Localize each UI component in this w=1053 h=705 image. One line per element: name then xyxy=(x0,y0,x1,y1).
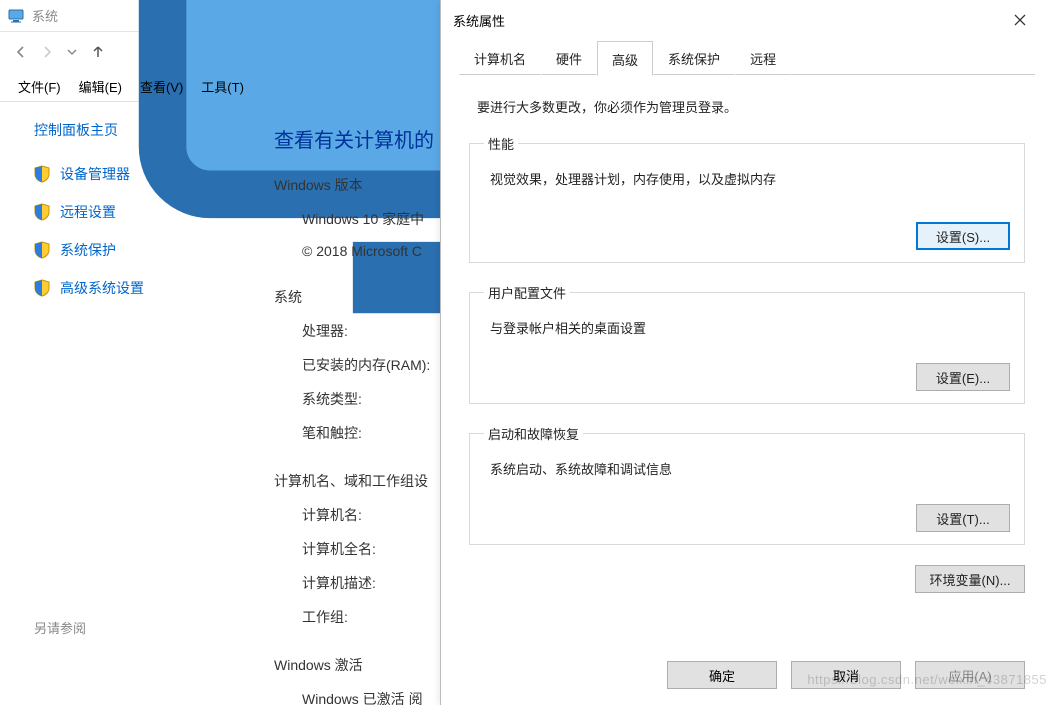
group-description: 视觉效果，处理器计划，内存使用，以及虚拟内存 xyxy=(490,169,1010,188)
see-also-label: 另请参阅 xyxy=(34,618,260,637)
group-user-profiles: 用户配置文件 与登录帐户相关的桌面设置 设置(E)... xyxy=(469,283,1025,404)
profiles-settings-button[interactable]: 设置(E)... xyxy=(916,363,1010,391)
sidebar-item-label: 设备管理器 xyxy=(60,164,130,184)
close-icon xyxy=(1014,14,1026,26)
group-performance: 性能 视觉效果，处理器计划，内存使用，以及虚拟内存 设置(S)... xyxy=(469,134,1025,263)
menu-view[interactable]: 查看(V) xyxy=(140,77,183,96)
tab-advanced[interactable]: 高级 xyxy=(597,41,653,76)
tab-computer-name[interactable]: 计算机名 xyxy=(459,40,541,75)
environment-variables-button[interactable]: 环境变量(N)... xyxy=(915,565,1025,593)
shield-icon xyxy=(34,165,50,183)
tab-hardware[interactable]: 硬件 xyxy=(541,40,597,75)
group-description: 与登录帐户相关的桌面设置 xyxy=(490,318,1010,337)
group-startup-recovery: 启动和故障恢复 系统启动、系统故障和调试信息 设置(T)... xyxy=(469,424,1025,545)
control-panel-home-link[interactable]: 控制面板主页 xyxy=(34,120,260,140)
shield-icon xyxy=(34,279,50,297)
sidebar: 控制面板主页 设备管理器 远程设置 系统保护 高级系统设置 另请参阅 xyxy=(0,102,260,705)
monitor-icon xyxy=(8,8,24,24)
group-legend: 用户配置文件 xyxy=(484,283,570,302)
system-properties-dialog: 系统属性 计算机名 硬件 高级 系统保护 远程 要进行大多数更改，你必须作为管理… xyxy=(440,0,1053,705)
sidebar-item-label: 系统保护 xyxy=(60,240,116,260)
shield-icon xyxy=(34,241,50,259)
tab-remote[interactable]: 远程 xyxy=(735,40,791,75)
tab-system-protection[interactable]: 系统保护 xyxy=(653,40,735,75)
dialog-footer: 确定 取消 应用(A) xyxy=(441,647,1053,705)
dialog-title: 系统属性 xyxy=(453,11,505,30)
menu-file[interactable]: 文件(F) xyxy=(18,77,61,96)
apply-button[interactable]: 应用(A) xyxy=(915,661,1025,689)
menu-tools[interactable]: 工具(T) xyxy=(201,77,244,96)
forward-button[interactable] xyxy=(38,40,56,64)
sidebar-item-advanced-settings[interactable]: 高级系统设置 xyxy=(34,278,260,298)
sidebar-item-remote-settings[interactable]: 远程设置 xyxy=(34,202,260,222)
menu-edit[interactable]: 编辑(E) xyxy=(79,77,122,96)
sidebar-item-label: 高级系统设置 xyxy=(60,278,144,298)
dialog-titlebar: 系统属性 xyxy=(441,0,1053,40)
admin-note: 要进行大多数更改，你必须作为管理员登录。 xyxy=(477,97,1025,116)
group-legend: 性能 xyxy=(484,134,518,153)
sidebar-item-device-manager[interactable]: 设备管理器 xyxy=(34,164,260,184)
up-button[interactable] xyxy=(89,40,107,64)
tab-strip: 计算机名 硬件 高级 系统保护 远程 xyxy=(441,40,1053,75)
history-dropdown[interactable] xyxy=(64,40,82,64)
group-legend: 启动和故障恢复 xyxy=(484,424,583,443)
startup-settings-button[interactable]: 设置(T)... xyxy=(916,504,1010,532)
ok-button[interactable]: 确定 xyxy=(667,661,777,689)
sidebar-item-label: 远程设置 xyxy=(60,202,116,222)
cancel-button[interactable]: 取消 xyxy=(791,661,901,689)
window-title: 系统 xyxy=(32,6,58,25)
close-button[interactable] xyxy=(999,4,1041,36)
back-button[interactable] xyxy=(12,40,30,64)
dialog-body: 要进行大多数更改，你必须作为管理员登录。 性能 视觉效果，处理器计划，内存使用，… xyxy=(441,75,1053,647)
shield-icon xyxy=(34,203,50,221)
sidebar-item-system-protection[interactable]: 系统保护 xyxy=(34,240,260,260)
performance-settings-button[interactable]: 设置(S)... xyxy=(916,222,1010,250)
group-description: 系统启动、系统故障和调试信息 xyxy=(490,459,1010,478)
